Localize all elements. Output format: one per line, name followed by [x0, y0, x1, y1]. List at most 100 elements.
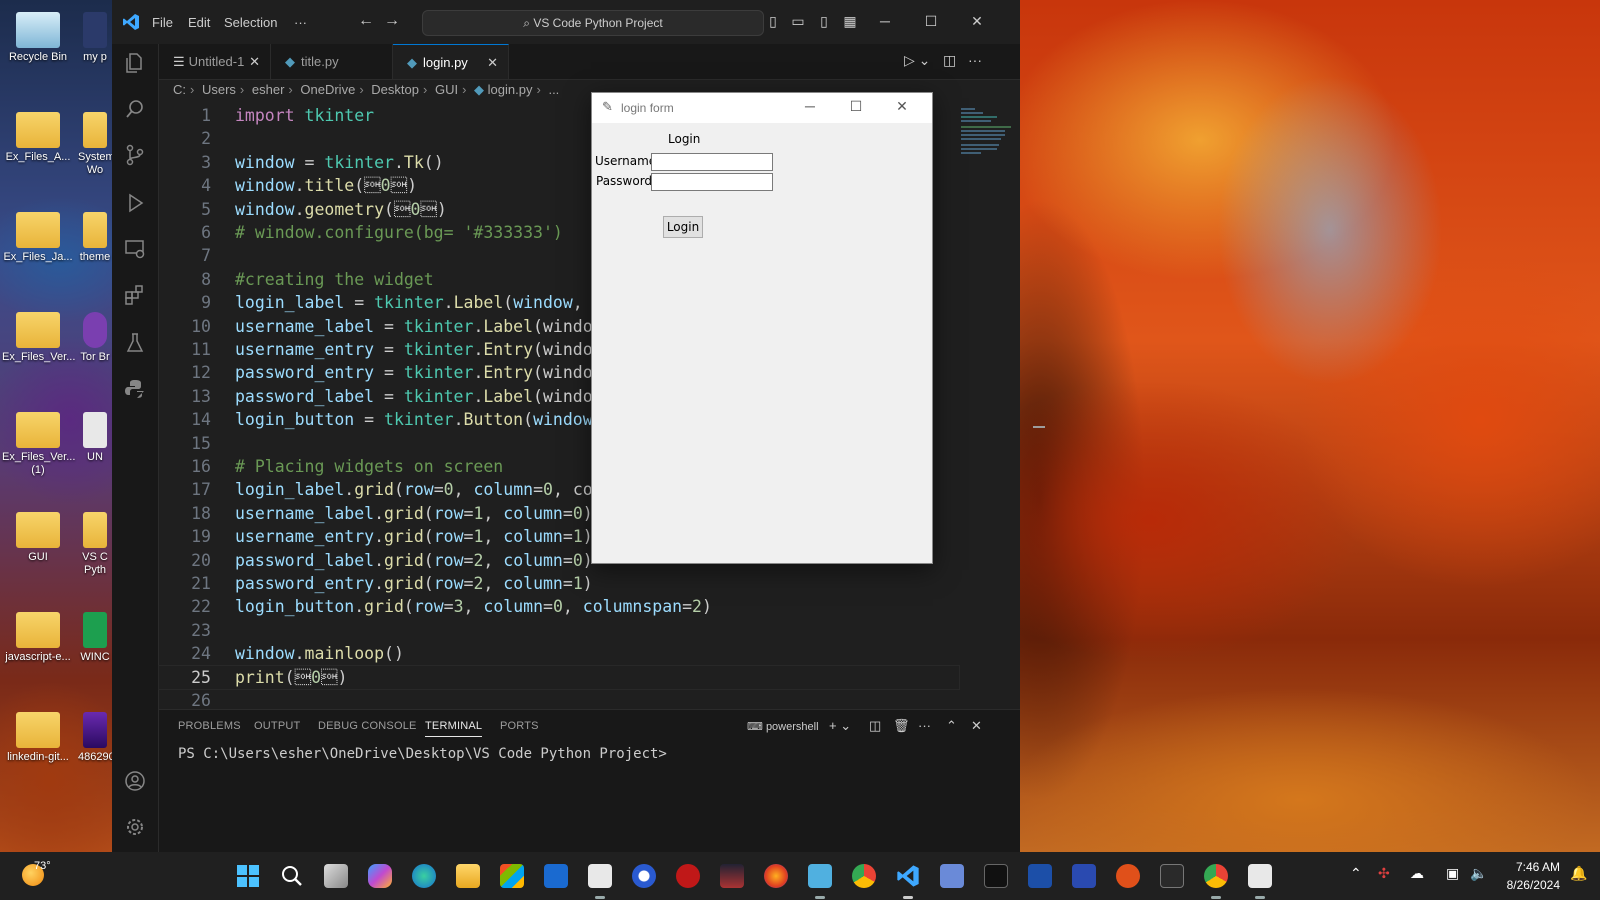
snipping-tool-icon[interactable] [588, 864, 612, 888]
desktop-icon-486290[interactable]: 486290 [78, 712, 112, 764]
game-app-icon[interactable] [720, 864, 744, 888]
terminal-app-icon[interactable] [984, 864, 1008, 888]
maximize-panel-icon[interactable]: ⌃ [946, 718, 957, 734]
show-hidden-icons-chevron-icon[interactable]: ⌃ [1350, 865, 1362, 882]
breadcrumb-item[interactable]: esher [252, 82, 285, 97]
run-python-file-icon[interactable]: ▷ ⌄ [904, 52, 930, 69]
menu-file[interactable]: File [152, 15, 173, 30]
tab-title-py[interactable]: ◆ title.py [271, 44, 393, 79]
more-actions-icon[interactable]: ··· [968, 52, 982, 68]
source-control-icon[interactable] [122, 144, 148, 170]
panel-tab-debug-console[interactable]: DEBUG CONSOLE [318, 720, 417, 732]
save-disk-icon[interactable] [1072, 864, 1096, 888]
minimize-icon[interactable]: ─ [876, 12, 894, 30]
breadcrumb-item[interactable]: Users [202, 82, 236, 97]
onedrive-cloud-icon[interactable]: ☁ [1410, 865, 1424, 882]
new-terminal-icon[interactable]: + ⌄ [829, 718, 851, 734]
menu-selection[interactable]: Selection [224, 15, 277, 30]
python-icon[interactable] [122, 378, 148, 404]
panel-tab-ports[interactable]: PORTS [500, 720, 539, 732]
terminal-shell-selector[interactable]: ⌨ powershell [747, 720, 819, 733]
breadcrumb-item[interactable]: login.py [488, 82, 533, 97]
desktop-icon-theme[interactable]: theme [78, 212, 112, 264]
bug-app-icon[interactable] [676, 864, 700, 888]
accounts-icon[interactable] [122, 770, 148, 796]
cortana-app-icon[interactable] [632, 864, 656, 888]
breadcrumb-item[interactable]: OneDrive [300, 82, 355, 97]
network-icon[interactable]: ▣ [1446, 865, 1459, 882]
code-line[interactable]: 21 password_entry.grid(row=2, column=1) [159, 572, 959, 595]
run-debug-icon[interactable] [122, 192, 148, 218]
desktop-icon-system[interactable]: System Wo [78, 112, 112, 177]
back-arrow-icon[interactable]: ← [358, 12, 374, 30]
notepad-icon[interactable] [808, 864, 832, 888]
maximize-icon[interactable]: ☐ [922, 12, 940, 30]
desktop-icon-un[interactable]: UN [78, 412, 112, 464]
tab-login-py[interactable]: ◆ login.py ✕ [393, 44, 509, 79]
trash-icon[interactable]: 🗑 [893, 718, 910, 734]
split-editor-icon[interactable]: ◫ [943, 52, 956, 69]
desktop-icon-ex-files-a[interactable]: Ex_Files_A... [2, 112, 74, 164]
minimize-icon[interactable]: ─ [795, 98, 825, 114]
toggle-secondary-sidebar-icon[interactable]: ▯ [815, 12, 833, 30]
testing-icon[interactable] [122, 332, 148, 358]
python-launcher-icon[interactable] [1248, 864, 1272, 888]
customize-layout-icon[interactable]: ▦ [841, 12, 859, 30]
menu-more[interactable]: ··· [294, 15, 307, 30]
web-app-icon[interactable] [1116, 864, 1140, 888]
menu-edit[interactable]: Edit [188, 15, 210, 30]
desktop-icon-gui[interactable]: GUI [2, 512, 74, 564]
desktop-icon-javascript[interactable]: javascript-e... [2, 612, 74, 664]
desktop-icon-ex-files-ver[interactable]: Ex_Files_Ver... [2, 312, 75, 364]
desktop-icon-linkedin-git[interactable]: linkedin-git... [2, 712, 74, 764]
firefox-icon[interactable] [764, 864, 788, 888]
password-entry[interactable] [651, 173, 773, 191]
tray-app-icon[interactable]: ✣ [1378, 865, 1390, 882]
minimap[interactable] [961, 104, 1017, 164]
code-line[interactable]: 25 print(0) [158, 664, 960, 691]
extensions-icon[interactable] [122, 284, 148, 310]
code-line[interactable]: 23 [159, 619, 959, 642]
desktop-icon-winc[interactable]: WINC [78, 612, 112, 664]
command-prompt-icon[interactable] [1160, 864, 1184, 888]
desktop-icon-recycle-bin[interactable]: Recycle Bin [2, 12, 74, 64]
settings-gear-icon[interactable] [122, 816, 148, 842]
edge-browser-icon[interactable] [412, 864, 436, 888]
clock-time[interactable]: 7:46 AM [1498, 860, 1560, 874]
close-tab-icon[interactable]: ✕ [249, 44, 260, 79]
more-actions-icon[interactable]: ··· [918, 718, 931, 733]
notification-bell-icon[interactable]: 🔔 [1570, 865, 1587, 882]
breadcrumb-item[interactable]: GUI [435, 82, 458, 97]
panel-tab-output[interactable]: OUTPUT [254, 720, 300, 732]
close-tab-icon[interactable]: ✕ [487, 45, 498, 80]
powershell-icon[interactable] [1028, 864, 1052, 888]
code-line[interactable]: 22 login_button.grid(row=3, column=0, col… [159, 595, 959, 618]
breadcrumb-item[interactable]: Desktop [371, 82, 419, 97]
code-line[interactable]: 24 window.mainloop() [159, 642, 959, 665]
search-icon[interactable] [122, 98, 148, 124]
volume-icon[interactable]: 🔈 [1470, 865, 1487, 882]
close-panel-icon[interactable]: ✕ [971, 718, 982, 734]
desktop-icon-my-p[interactable]: my p [78, 12, 112, 64]
toggle-sidebar-icon[interactable]: ▯ [764, 12, 782, 30]
security-app-icon[interactable] [940, 864, 964, 888]
explorer-icon[interactable] [122, 52, 148, 78]
split-terminal-icon[interactable]: ◫ [869, 718, 881, 734]
start-windows-icon[interactable] [236, 864, 260, 888]
maximize-icon[interactable]: ☐ [841, 98, 871, 115]
tab-untitled-1[interactable]: ☰ Untitled-1 ✕ [159, 44, 271, 79]
close-icon[interactable]: ✕ [887, 98, 917, 115]
remote-explorer-icon[interactable] [122, 238, 148, 264]
task-view-icon[interactable] [324, 864, 348, 888]
desktop-icon-vs-code-python[interactable]: VS C Pyth [78, 512, 112, 577]
login-button[interactable]: Login [663, 216, 703, 238]
close-icon[interactable]: ✕ [968, 12, 986, 30]
terminal-prompt[interactable]: PS C:\Users\esher\OneDrive\Desktop\VS Co… [178, 746, 667, 762]
desktop-icon-tor-browser[interactable]: Tor Br [78, 312, 112, 364]
file-explorer-icon[interactable] [456, 864, 480, 888]
chrome-icon[interactable] [852, 864, 876, 888]
command-center-search[interactable]: ⌕ VS Code Python Project [422, 10, 764, 36]
chrome-icon[interactable] [1204, 864, 1228, 888]
search-icon[interactable] [280, 864, 304, 888]
toggle-panel-icon[interactable]: ▭ [789, 12, 807, 30]
